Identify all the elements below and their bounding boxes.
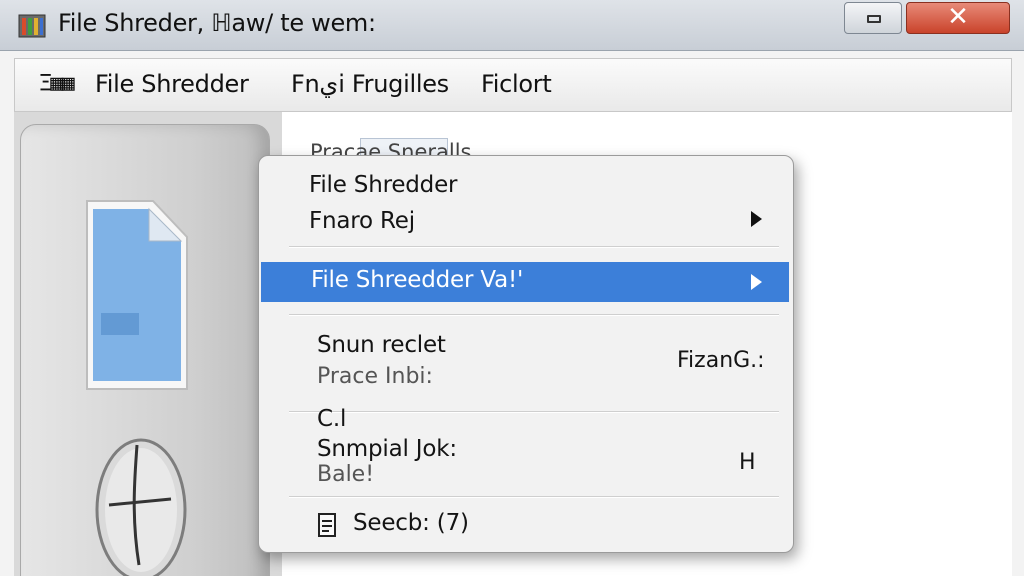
menu-separator (289, 246, 779, 248)
submenu-arrow-icon (751, 274, 762, 290)
menu-separator (289, 496, 779, 498)
menu-item-third[interactable]: Ficlort (481, 70, 552, 98)
left-panel (14, 112, 282, 576)
shredder-device-illustration (20, 124, 270, 576)
menu-item-snmpial-jok[interactable]: Snmpial Jok: (317, 436, 457, 462)
title-bar[interactable]: File Shreder, ℍaw/ te wem: ✕ (0, 0, 1024, 51)
close-button[interactable]: ✕ (906, 2, 1010, 34)
menu-file-shredder[interactable]: File Shredder (95, 70, 249, 98)
menu-item-second[interactable]: Fnيi Frugilles (291, 70, 449, 98)
menu-item-shortcut: H (739, 450, 756, 475)
window-title: File Shreder, ℍaw/ te wem: (58, 9, 376, 37)
menu-item-snun-reclet[interactable]: Snun reclet (317, 332, 446, 358)
context-menu-title: File Shredder (309, 172, 458, 198)
menu-item-search[interactable]: Seecb: (7) (353, 510, 469, 536)
menu-item-shortcut: FizanG.: (677, 348, 765, 373)
context-menu: File Shredder Fnaro Rej File Shreedder V… (258, 155, 794, 553)
search-icon (318, 513, 336, 537)
menu-item-fnaro-rej[interactable]: Fnaro Rej (309, 208, 415, 234)
minimize-icon (867, 15, 881, 23)
menu-glyph[interactable]: Ξ▦▦ (39, 71, 75, 96)
file-shredder-window: File Shreder, ℍaw/ te wem: ✕ Ξ▦▦ File Sh… (0, 0, 1024, 576)
minimize-button[interactable] (844, 2, 902, 34)
menu-item-subtext: Bale! (317, 462, 375, 487)
menu-separator (289, 314, 779, 316)
menu-item-subtext: Prace Inbi: (317, 364, 433, 389)
app-icon (18, 14, 46, 38)
menu-item-cl[interactable]: C.l (317, 406, 346, 432)
document-icon (86, 200, 188, 390)
menu-separator (289, 411, 779, 413)
highlighted-item-label: File Shreedder Va!' (311, 267, 524, 293)
submenu-arrow-icon (751, 211, 762, 227)
close-icon: ✕ (947, 2, 969, 32)
menu-bar: Ξ▦▦ File Shredder Fnيi Frugilles Ficlort (14, 58, 1012, 112)
mouse-icon (95, 438, 187, 576)
menu-item-file-shredder-highlighted[interactable]: File Shreedder Va!' (261, 262, 789, 302)
